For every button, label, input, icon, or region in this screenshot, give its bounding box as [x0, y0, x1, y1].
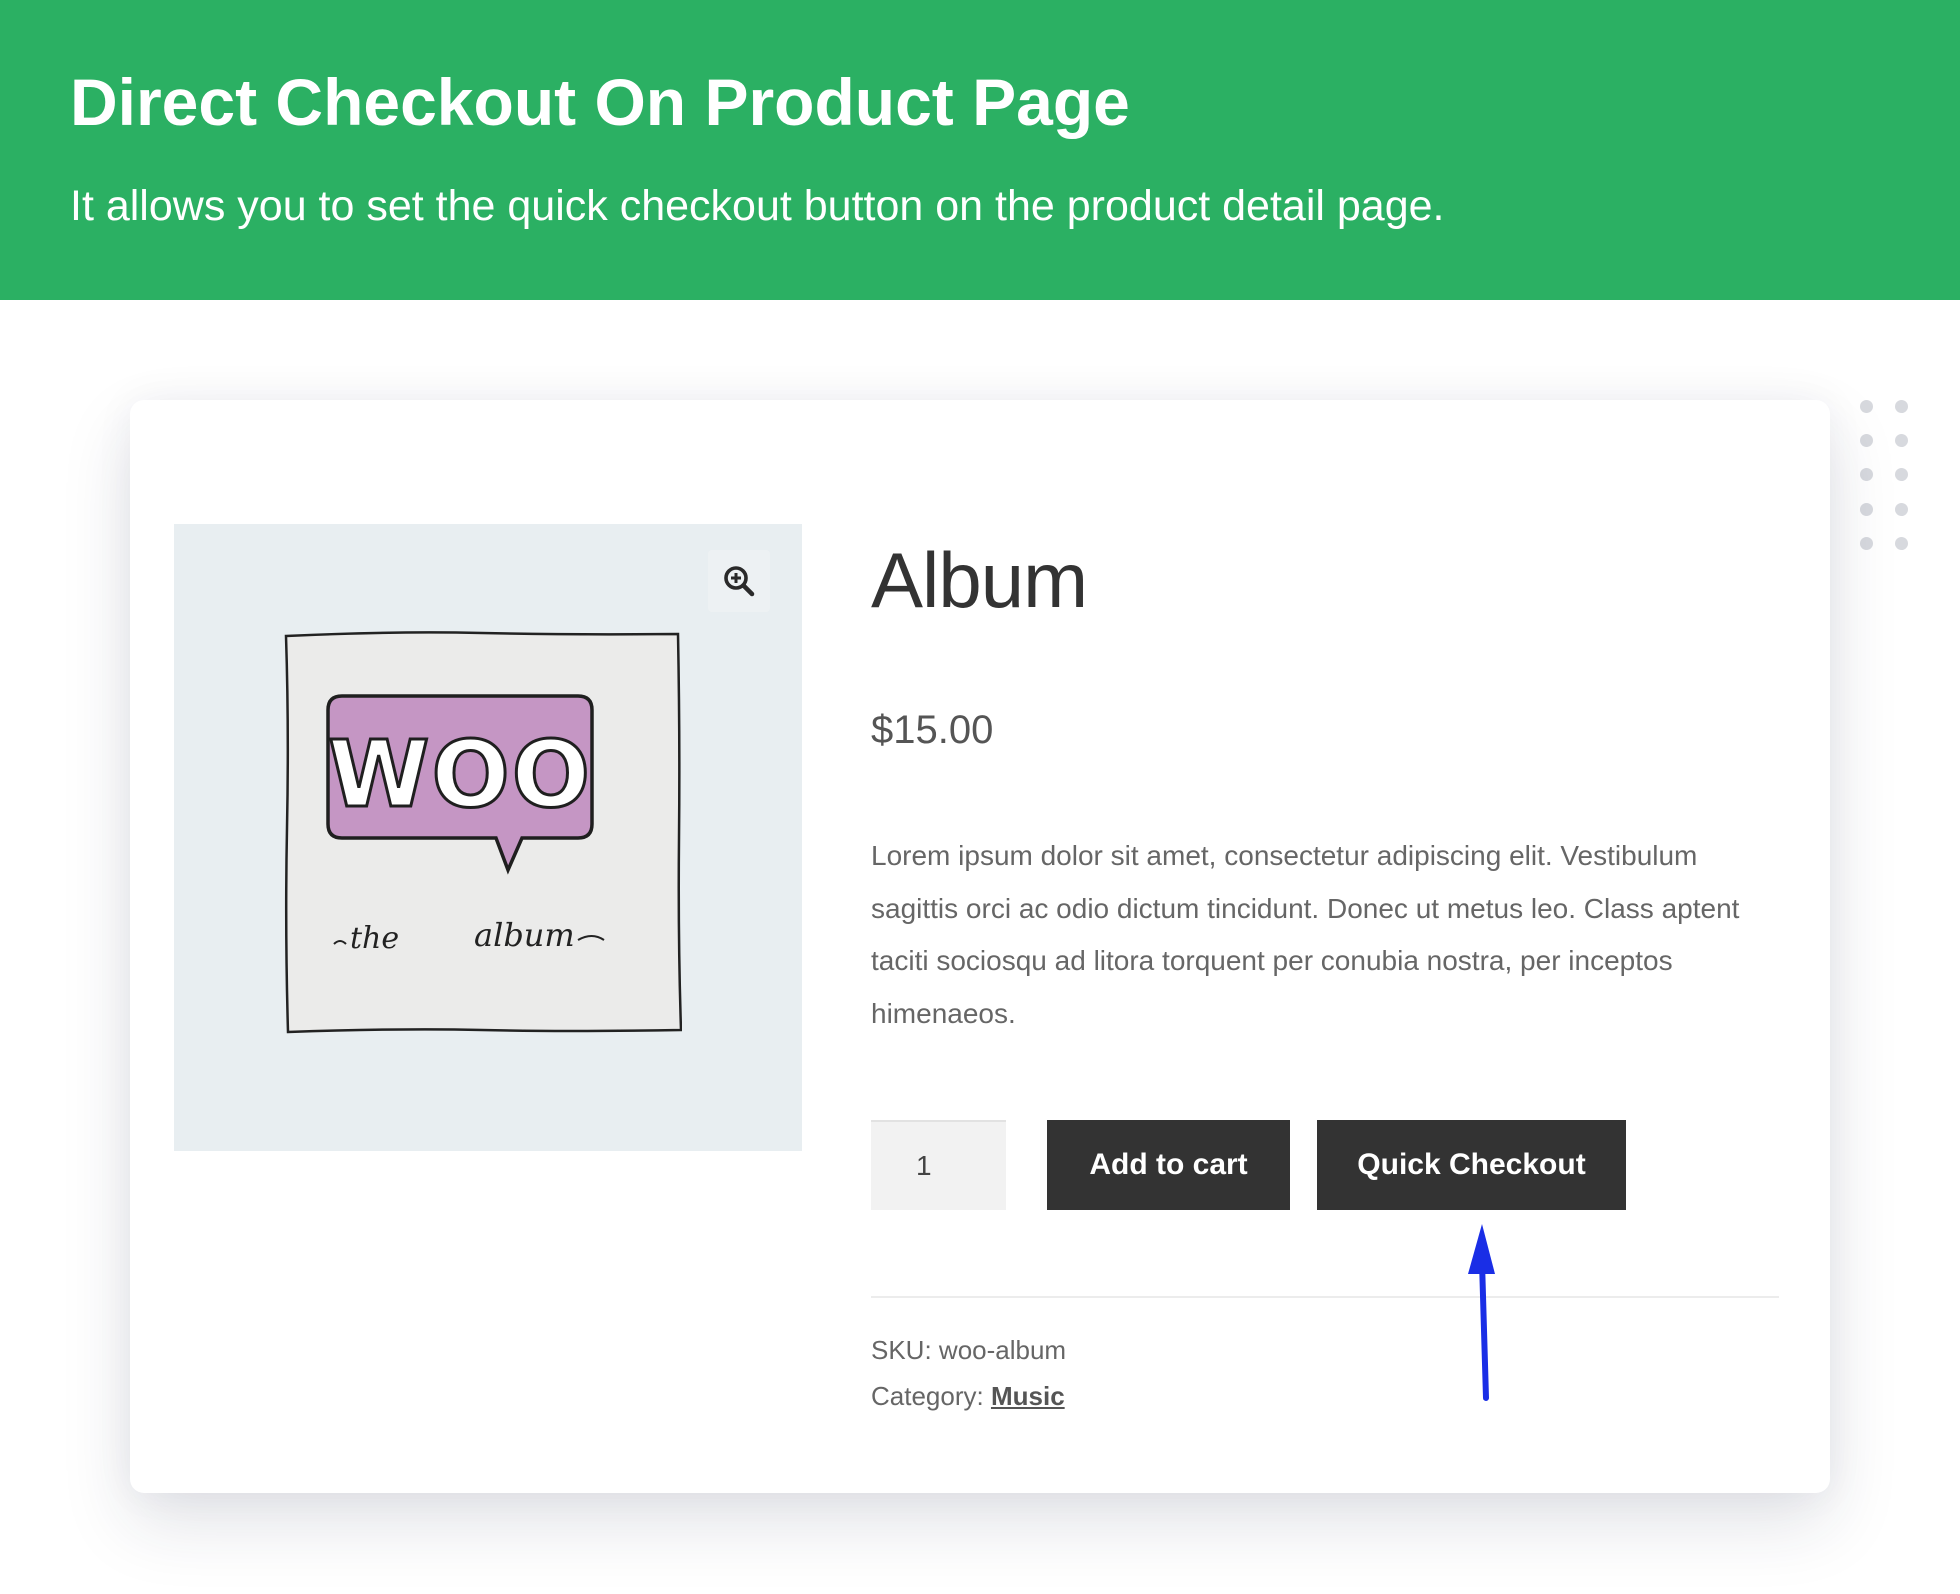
product-title: Album: [871, 536, 1088, 624]
quantity-input[interactable]: [871, 1120, 1006, 1210]
zoom-button[interactable]: [708, 550, 770, 612]
sku-label: SKU:: [871, 1335, 932, 1365]
product-gallery: WOO the album: [174, 524, 802, 1151]
banner-title: Direct Checkout On Product Page: [70, 65, 1130, 139]
category-link-music[interactable]: Music: [991, 1381, 1065, 1411]
product-description: Lorem ipsum dolor sit amet, consectetur …: [871, 840, 1740, 1029]
product-price: $15.00: [871, 708, 994, 752]
product-card: WOO the album Album $15.00 Lorem ipsum d…: [130, 400, 1830, 1493]
album-cover-woo-text: WOO: [328, 721, 592, 828]
quick-checkout-button[interactable]: Quick Checkout: [1317, 1120, 1626, 1210]
category-label: Category:: [871, 1381, 984, 1411]
album-cover-image: WOO the album: [284, 631, 682, 1034]
sku-value: woo-album: [938, 1335, 1067, 1365]
add-to-cart-button[interactable]: Add to cart: [1047, 1120, 1290, 1210]
banner-subtitle: It allows you to set the quick checkout …: [70, 182, 1445, 230]
album-cover-the-text: the: [350, 921, 399, 956]
zoom-in-icon: [724, 566, 755, 597]
product-category: Category: Music: [871, 1376, 1065, 1416]
header-banner: Direct Checkout On Product Page It allow…: [0, 0, 1960, 300]
product-sku: SKU: woo-album: [871, 1330, 1066, 1370]
divider: [871, 1296, 1779, 1298]
album-cover-album-text: album: [474, 916, 575, 954]
pointer-arrow-icon: [1468, 1224, 1495, 1401]
decorative-dots: [1860, 400, 1910, 560]
